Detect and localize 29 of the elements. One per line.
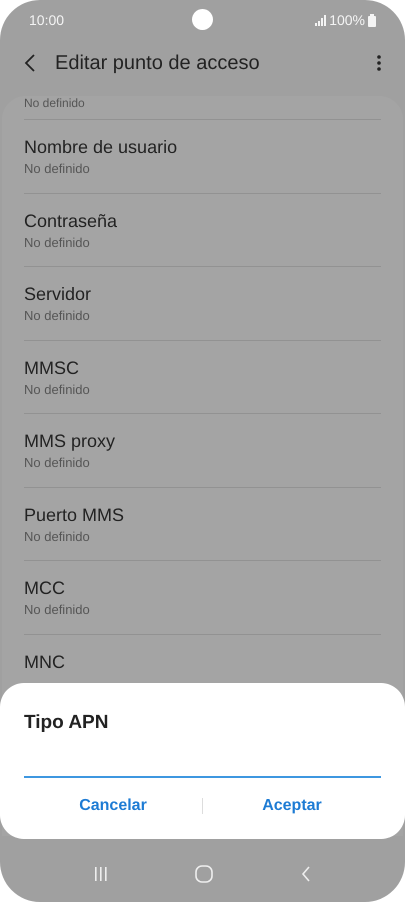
dialog-title: Tipo APN xyxy=(24,711,110,735)
home-icon[interactable] xyxy=(195,864,214,882)
dialog-button[interactable]: Cancelar xyxy=(71,790,155,822)
setting-value: No definido xyxy=(24,454,90,472)
setting-value: No definido xyxy=(24,380,90,398)
back-icon[interactable] xyxy=(24,52,36,72)
more-options-icon[interactable] xyxy=(377,54,381,72)
setting-label[interactable]: Nombre de usuario xyxy=(24,136,178,158)
battery-level: 100% xyxy=(329,10,365,30)
camera-icon xyxy=(192,9,213,30)
setting-value: No definido xyxy=(24,307,90,325)
setting-value: No definido xyxy=(24,160,90,178)
setting-label[interactable]: MNC xyxy=(24,650,65,672)
setting-value: No definido xyxy=(24,234,90,252)
signal-icon xyxy=(315,14,326,26)
recent-apps-icon[interactable] xyxy=(94,866,108,882)
screen-title: Editar punto de acceso xyxy=(55,50,260,76)
setting-value: No definido xyxy=(24,96,85,110)
status-time: 10:00 xyxy=(29,10,64,30)
battery-icon xyxy=(368,14,376,26)
setting-label[interactable]: MMSC xyxy=(24,356,79,378)
setting-label[interactable]: MMS proxy xyxy=(24,430,116,452)
dialog-button[interactable]: Aceptar xyxy=(254,790,330,822)
setting-label[interactable]: Contraseña xyxy=(24,210,118,232)
setting-value: No definido xyxy=(24,601,90,619)
setting-label[interactable]: Puerto MMS xyxy=(24,504,124,526)
setting-label[interactable]: MCC xyxy=(24,577,65,599)
setting-value: No definido xyxy=(24,528,90,546)
setting-label[interactable]: Servidor xyxy=(24,283,92,305)
